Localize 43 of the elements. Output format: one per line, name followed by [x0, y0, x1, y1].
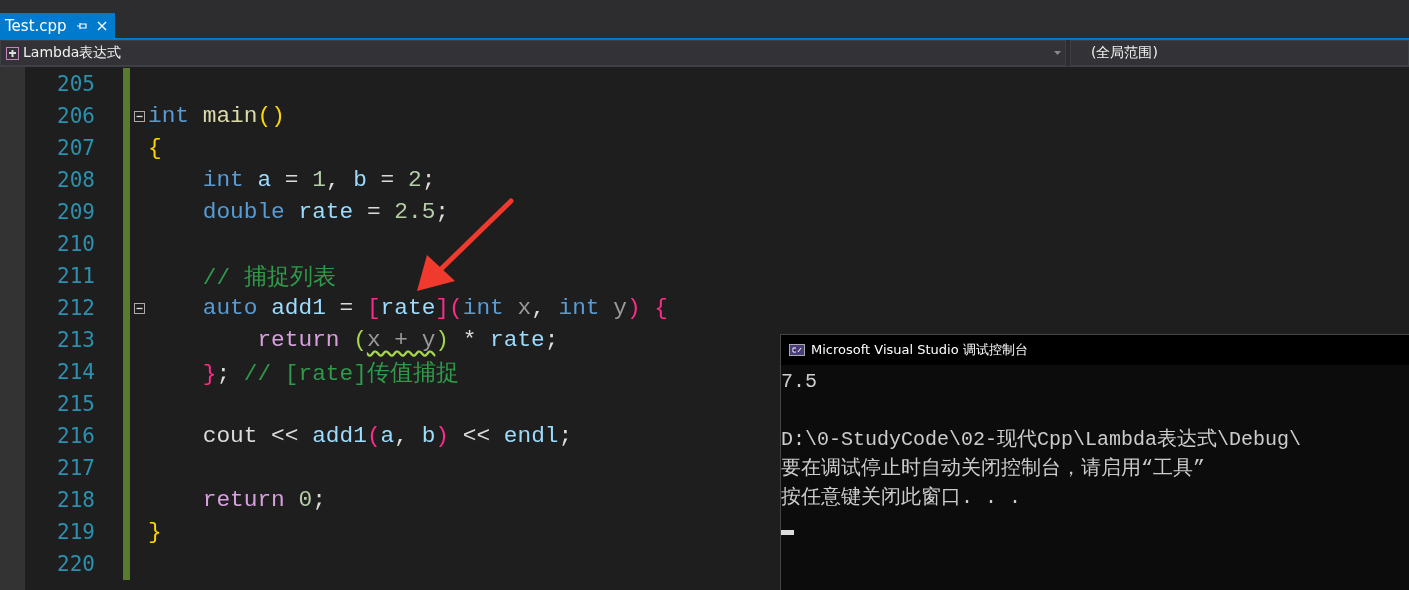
code-line: cout << add1(a, b) << endl;	[201, 423, 573, 449]
line-number: 209	[56, 200, 95, 224]
pin-icon[interactable]	[76, 20, 87, 31]
code-line: }	[148, 519, 162, 545]
line-number: 206	[56, 104, 95, 128]
console-title: Microsoft Visual Studio 调试控制台	[811, 341, 1028, 359]
line-number: 213	[56, 328, 95, 352]
line-number: 220	[56, 552, 95, 576]
scope-dropdown[interactable]: Lambda表达式	[0, 40, 1066, 66]
collapse-icon[interactable]	[133, 302, 145, 314]
line-number: 207	[56, 136, 95, 160]
line-number: 208	[56, 168, 95, 192]
line-number: 219	[56, 520, 95, 544]
text-cursor	[781, 530, 794, 535]
code-line: auto add1 = [rate](int x, int y) {	[201, 295, 668, 321]
close-icon[interactable]	[96, 20, 107, 31]
code-line: int a = 1, b = 2;	[201, 167, 436, 193]
member-dropdown[interactable]: (全局范围)	[1070, 40, 1409, 66]
line-number: 205	[56, 72, 95, 96]
code-line: // 捕捉列表	[201, 263, 336, 292]
line-number: 210	[56, 232, 95, 256]
console-output: 要在调试停止时自动关闭控制台，请启用“工具”	[781, 456, 1206, 482]
line-number: 211	[56, 264, 95, 288]
line-number: 218	[56, 488, 95, 512]
line-number: 217	[56, 456, 95, 480]
line-number: 215	[56, 392, 95, 416]
file-tab[interactable]: Test.cpp	[0, 13, 115, 38]
line-number: 214	[56, 360, 95, 384]
line-number: 216	[56, 424, 95, 448]
console-output: 按任意键关闭此窗口. . .	[781, 485, 1022, 511]
code-line: double rate = 2.5;	[201, 199, 449, 225]
class-icon	[6, 46, 19, 60]
console-output: D:\0-StudyCode\02-现代Cpp\Lambda表达式\Debug\	[781, 427, 1303, 453]
code-line: return (x + y) * rate;	[256, 327, 559, 353]
caret-icon	[1054, 51, 1061, 55]
code-line: }; // [rate]传值捕捉	[201, 359, 459, 388]
console-icon	[789, 344, 805, 356]
code-line: int main()	[148, 103, 285, 129]
code-line: {	[148, 135, 162, 161]
code-line: return 0;	[201, 487, 326, 513]
line-number: 212	[56, 296, 95, 320]
collapse-icon[interactable]	[133, 110, 145, 122]
console-output: 7.5	[781, 369, 818, 395]
